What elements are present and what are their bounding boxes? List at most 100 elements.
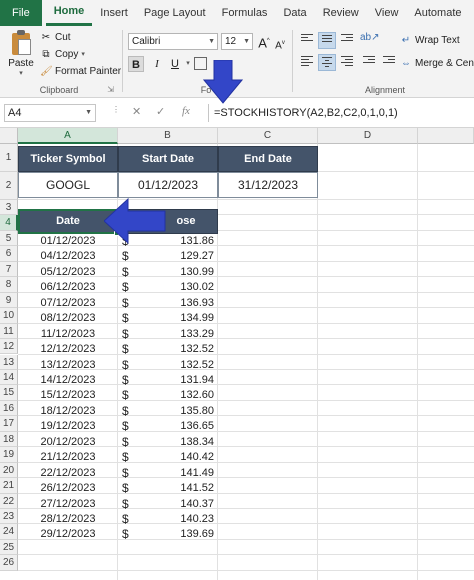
align-top-icon[interactable] xyxy=(298,32,316,49)
decrease-indent-icon[interactable] xyxy=(360,54,378,71)
align-bottom-icon[interactable] xyxy=(338,32,356,49)
tab-page-layout[interactable]: Page Layout xyxy=(136,0,214,26)
date-cell[interactable]: 11/12/2023 xyxy=(18,327,118,342)
row-header-25[interactable]: 25 xyxy=(0,539,18,556)
row-header-5[interactable]: 5 xyxy=(0,230,18,247)
column-header-c[interactable]: C xyxy=(218,128,318,144)
row-header-1[interactable]: 1 xyxy=(0,144,18,172)
name-box[interactable]: A4 ▼ xyxy=(4,104,96,122)
date-cell[interactable]: 08/12/2023 xyxy=(18,311,118,326)
row-header-11[interactable]: 11 xyxy=(0,323,18,340)
close-price-cell[interactable]: 140.23 xyxy=(138,512,218,527)
row-header-12[interactable]: 12 xyxy=(0,339,18,355)
date-cell[interactable]: 26/12/2023 xyxy=(18,481,118,496)
row-header-16[interactable]: 16 xyxy=(0,400,18,417)
underline-button[interactable]: U xyxy=(168,56,182,72)
clipboard-launcher-icon[interactable]: ⇲ xyxy=(107,85,114,94)
row-header-14[interactable]: 14 xyxy=(0,369,18,386)
column-header-b[interactable]: B xyxy=(118,128,218,144)
date-cell[interactable]: 01/12/2023 xyxy=(18,234,118,249)
insert-function-icon[interactable]: fx xyxy=(182,105,190,117)
bold-button[interactable]: B xyxy=(128,56,144,72)
underline-dropdown[interactable]: ▾ xyxy=(184,56,192,72)
row-header-9[interactable]: 9 xyxy=(0,292,18,309)
close-price-cell[interactable]: 133.29 xyxy=(138,327,218,342)
row-header-19[interactable]: 19 xyxy=(0,447,18,463)
close-price-cell[interactable]: 131.94 xyxy=(138,373,218,388)
row-header-18[interactable]: 18 xyxy=(0,431,18,448)
tab-home[interactable]: Home xyxy=(45,0,93,26)
date-cell[interactable]: 27/12/2023 xyxy=(18,497,118,512)
date-cell[interactable]: 12/12/2023 xyxy=(18,342,118,357)
close-price-cell[interactable]: 132.60 xyxy=(138,388,218,403)
align-left-icon[interactable] xyxy=(298,54,316,71)
row-header-8[interactable]: 8 xyxy=(0,277,18,293)
tab-automate[interactable]: Automate xyxy=(406,0,469,26)
tab-view[interactable]: View xyxy=(367,0,407,26)
close-price-cell[interactable]: 141.49 xyxy=(138,466,218,481)
date-cell[interactable]: 20/12/2023 xyxy=(18,435,118,450)
date-cell[interactable]: 18/12/2023 xyxy=(18,404,118,419)
column-header-d[interactable]: D xyxy=(318,128,418,144)
close-price-cell[interactable]: 141.52 xyxy=(138,481,218,496)
param-value-cell[interactable]: 31/12/2023 xyxy=(218,172,318,198)
row-header-4[interactable]: 4 xyxy=(0,215,18,231)
column-header-blank[interactable] xyxy=(418,128,474,144)
row-header-26[interactable]: 26 xyxy=(0,555,18,571)
close-price-cell[interactable]: 132.52 xyxy=(138,342,218,357)
cut-button[interactable]: ✂ Cut xyxy=(40,30,71,46)
date-cell[interactable]: 04/12/2023 xyxy=(18,249,118,264)
row-header-2[interactable]: 2 xyxy=(0,172,18,200)
enter-icon[interactable]: ✓ xyxy=(156,105,165,118)
date-cell[interactable]: 29/12/2023 xyxy=(18,527,118,542)
increase-indent-icon[interactable] xyxy=(380,54,398,71)
row-header-7[interactable]: 7 xyxy=(0,261,18,278)
row-header-3[interactable]: 3 xyxy=(0,200,18,216)
param-value-cell[interactable]: GOOGL xyxy=(18,172,118,198)
row-header-24[interactable]: 24 xyxy=(0,524,18,540)
align-right-icon[interactable] xyxy=(338,54,356,71)
paste-button[interactable]: Paste ▾ xyxy=(6,30,36,82)
row-header-21[interactable]: 21 xyxy=(0,478,18,494)
italic-button[interactable]: I xyxy=(150,56,164,72)
close-price-cell[interactable]: 132.52 xyxy=(138,358,218,373)
date-cell[interactable]: 07/12/2023 xyxy=(18,296,118,311)
wrap-text-button[interactable]: ↵ Wrap Text xyxy=(400,33,460,49)
close-price-cell[interactable]: 129.27 xyxy=(138,249,218,264)
font-size-dropdown[interactable]: 12 ▼ xyxy=(221,33,253,50)
date-cell[interactable]: 15/12/2023 xyxy=(18,388,118,403)
increase-font-button[interactable]: A^ xyxy=(257,33,271,50)
format-painter-button[interactable]: 🖌 Format Painter xyxy=(40,64,121,80)
column-header-a[interactable]: A xyxy=(18,128,118,144)
close-price-cell[interactable]: 140.42 xyxy=(138,450,218,465)
date-cell[interactable]: 22/12/2023 xyxy=(18,466,118,481)
date-cell[interactable]: 19/12/2023 xyxy=(18,419,118,434)
close-price-cell[interactable]: 130.99 xyxy=(138,265,218,280)
close-price-cell[interactable]: 134.99 xyxy=(138,311,218,326)
tab-data[interactable]: Data xyxy=(275,0,314,26)
worksheet-grid[interactable]: A B C D 1 2 3 4 5 6 7 8 9 10 11 12 13 14 15 16 17 18 19 20 21 22 2… xyxy=(0,128,474,580)
row-header-22[interactable]: 22 xyxy=(0,493,18,509)
decrease-font-button[interactable]: Av xyxy=(274,35,286,51)
date-header-cell[interactable]: Date xyxy=(18,209,118,234)
date-cell[interactable]: 05/12/2023 xyxy=(18,265,118,280)
date-cell[interactable]: 14/12/2023 xyxy=(18,373,118,388)
close-price-cell[interactable]: 135.80 xyxy=(138,404,218,419)
date-cell[interactable]: 21/12/2023 xyxy=(18,450,118,465)
row-header-23[interactable]: 23 xyxy=(0,509,18,525)
tab-file[interactable]: File xyxy=(0,0,42,26)
copy-button[interactable]: ⧉ Copy ▾ xyxy=(40,47,84,63)
orientation-icon[interactable]: ab↗ xyxy=(360,32,380,49)
font-name-dropdown[interactable]: Calibri ▼ xyxy=(128,33,218,50)
row-header-15[interactable]: 15 xyxy=(0,385,18,401)
row-header-17[interactable]: 17 xyxy=(0,416,18,432)
close-price-cell[interactable]: 138.34 xyxy=(138,435,218,450)
tab-insert[interactable]: Insert xyxy=(92,0,136,26)
tab-formulas[interactable]: Formulas xyxy=(214,0,276,26)
cancel-icon[interactable]: ✕ xyxy=(132,105,141,118)
row-header-10[interactable]: 10 xyxy=(0,308,18,324)
date-cell[interactable]: 28/12/2023 xyxy=(18,512,118,527)
close-price-cell[interactable]: 130.02 xyxy=(138,280,218,295)
close-price-cell[interactable]: 136.65 xyxy=(138,419,218,434)
date-cell[interactable]: 06/12/2023 xyxy=(18,280,118,295)
